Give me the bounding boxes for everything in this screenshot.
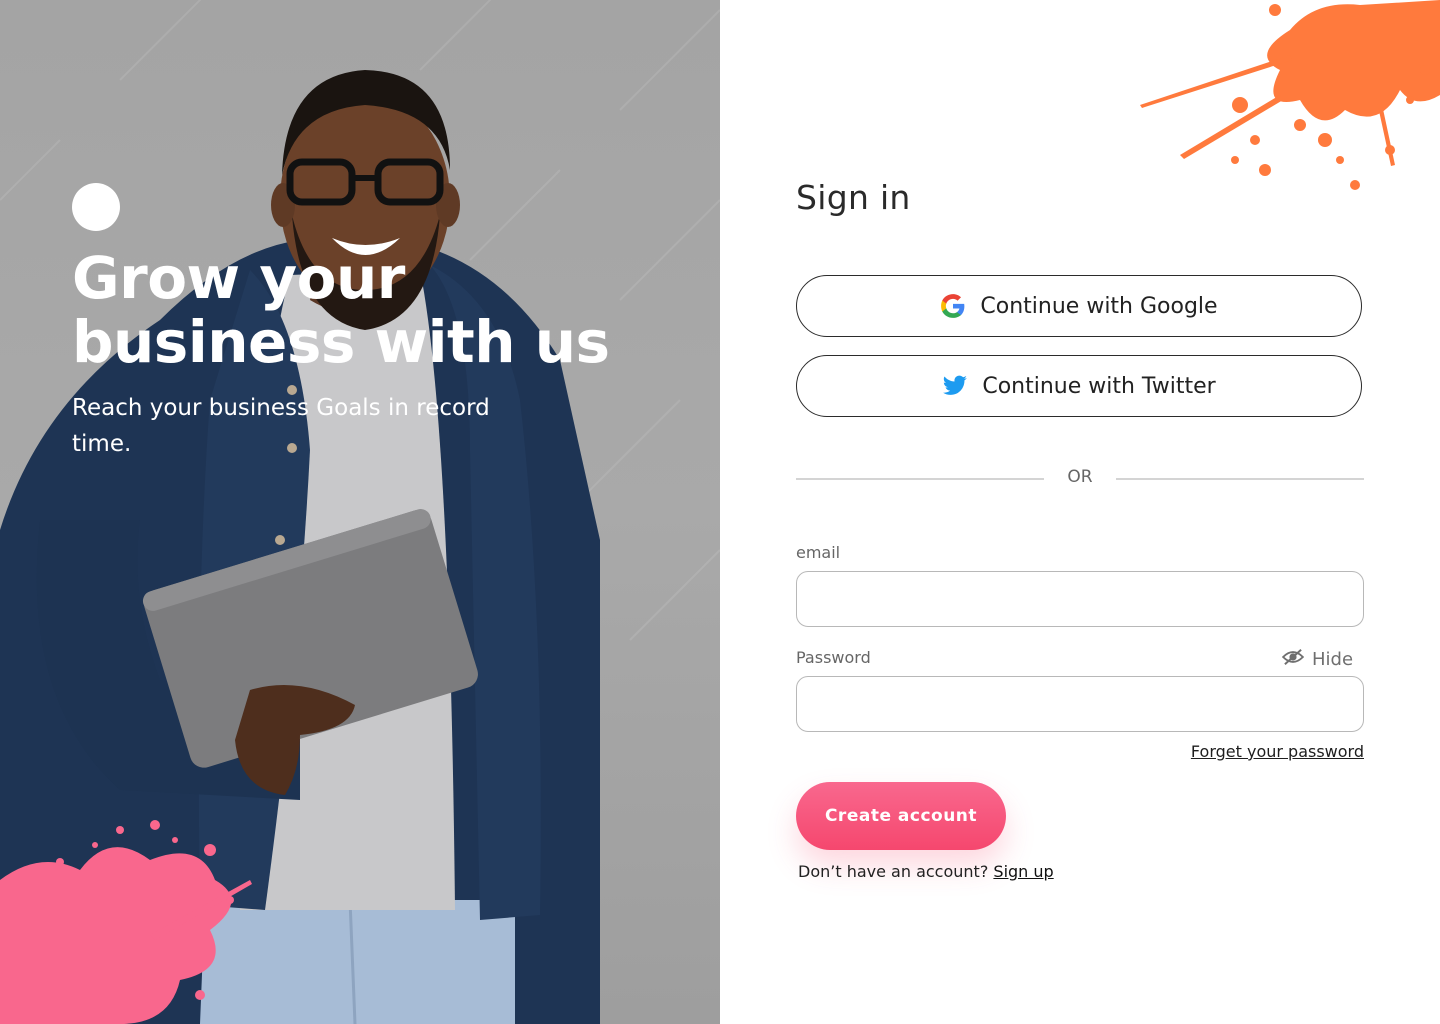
create-account-button[interactable]: Create account <box>796 782 1006 850</box>
hero-subtitle: Reach your business Goals in record time… <box>72 395 490 457</box>
hide-label: Hide <box>1312 648 1354 670</box>
hide-password-toggle[interactable]: Hide <box>1281 646 1354 672</box>
google-button-label: Continue with Google <box>980 293 1218 319</box>
google-icon <box>940 293 966 319</box>
signin-title: Sign in <box>796 178 911 217</box>
divider-or-text: OR <box>1067 467 1093 487</box>
signup-prompt: Don’t have an account? Sign up <box>798 862 1054 881</box>
brand-dot-logo <box>72 183 120 231</box>
hero-photo-person <box>0 0 720 1024</box>
continue-with-google-button[interactable]: Continue with Google <box>796 275 1362 337</box>
forgot-password-link[interactable]: Forget your password <box>1191 742 1364 761</box>
hero-title: Grow your business with us <box>72 244 610 376</box>
twitter-button-label: Continue with Twitter <box>982 373 1216 399</box>
password-label: Password <box>796 648 871 667</box>
hero-panel: Grow your business with us Reach your bu… <box>0 0 720 1024</box>
divider-left <box>796 478 1044 480</box>
twitter-icon <box>942 373 968 399</box>
continue-with-twitter-button[interactable]: Continue with Twitter <box>796 355 1362 417</box>
signup-link[interactable]: Sign up <box>993 862 1053 881</box>
email-field[interactable] <box>796 571 1364 627</box>
password-field[interactable] <box>796 676 1364 732</box>
divider-right <box>1116 478 1364 480</box>
signup-prompt-text: Don’t have an account? <box>798 862 989 881</box>
email-label: email <box>796 543 841 562</box>
eye-slash-icon <box>1281 648 1305 671</box>
orange-paint-splash <box>1140 0 1440 190</box>
